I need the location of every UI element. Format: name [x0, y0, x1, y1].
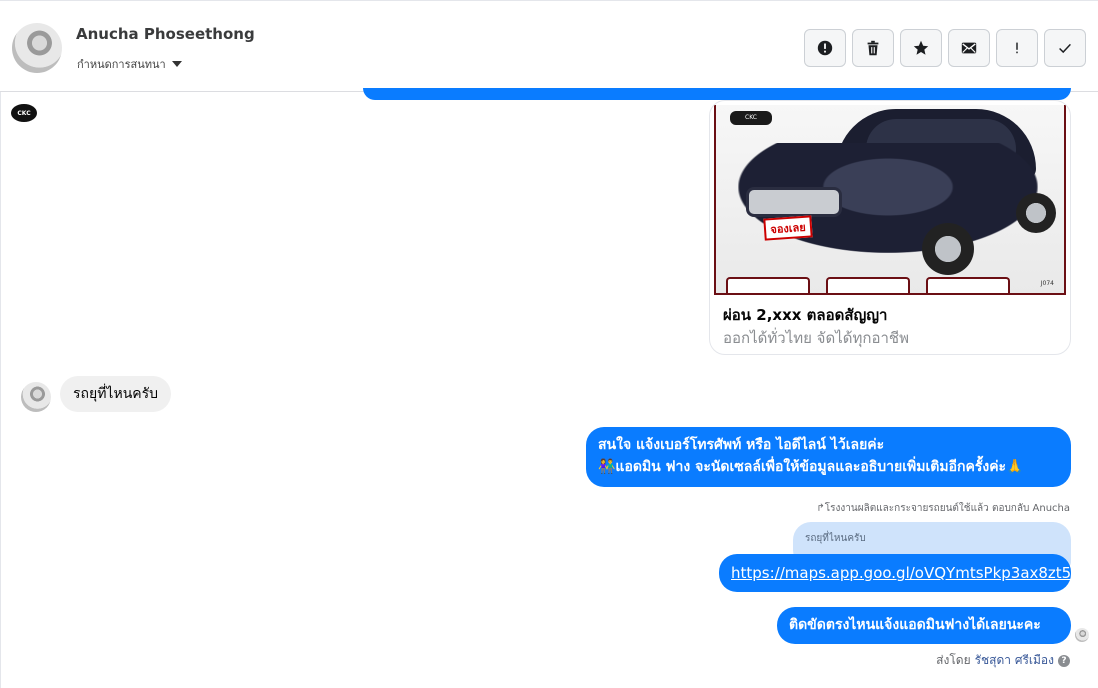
- sent-by-info: ส่งโดย รัชสุดา ศรีเมือง ?: [936, 651, 1070, 670]
- watermark-logo: CKC: [730, 111, 772, 125]
- assign-conversation-dropdown[interactable]: กำหนดการสนทนา: [77, 55, 182, 73]
- previous-message-bubble: [363, 88, 1071, 100]
- contact-name[interactable]: Anucha Phoseethong: [76, 25, 255, 43]
- envelope-icon: [961, 42, 977, 54]
- star-icon: [913, 40, 929, 55]
- spam-button[interactable]: [804, 29, 846, 67]
- outgoing-message-line: สนใจ แจ้งเบอร์โทรศัพท์ หรือ ไอดีไลน์ ไว้…: [598, 437, 885, 453]
- outgoing-link-message[interactable]: https://maps.app.goo.gl/oVQYmtsPkp3ax8zt…: [719, 554, 1071, 592]
- alert-circle-icon: [817, 40, 833, 56]
- assign-conversation-label: กำหนดการสนทนา: [77, 58, 166, 71]
- reply-context-note: ↱โรงงานผลิตและกระจายรถยนต์ใช้แล้ว ตอบกลั…: [816, 503, 1070, 514]
- read-receipt-avatar: [1075, 628, 1089, 642]
- outgoing-message[interactable]: ติดขัดตรงไหนแจ้งแอดมินฟางได้เลยนะคะ: [777, 607, 1071, 644]
- card-title: ผ่อน 2,xxx ตลอดสัญญา: [723, 306, 888, 324]
- sender-name-link[interactable]: รัชสุดา ศรีเมือง: [975, 651, 1054, 670]
- booking-stamp: จองเลย: [763, 215, 813, 241]
- exclamation-icon: [1016, 42, 1018, 54]
- outgoing-message-line: 👫แอดมิน ฟาง จะนัดเซลล์เพื่อให้ข้อมูลและอ…: [598, 459, 1024, 475]
- help-icon[interactable]: ?: [1058, 654, 1070, 667]
- product-card[interactable]: CKC จองเลย J074 ผ่อน 2,xxx ตลอดสัญญา ออก…: [709, 100, 1071, 355]
- trash-icon: [867, 40, 879, 56]
- contact-avatar[interactable]: [12, 23, 62, 73]
- check-icon: [1059, 43, 1071, 54]
- conversation-toolbar: [804, 29, 1086, 67]
- conversation-header: Anucha Phoseethong กำหนดการสนทนา: [0, 0, 1098, 92]
- page-logo-avatar: CKC: [11, 104, 37, 122]
- outgoing-message[interactable]: สนใจ แจ้งเบอร์โทรศัพท์ หรือ ไอดีไลน์ ไว้…: [586, 427, 1071, 487]
- star-button[interactable]: [900, 29, 942, 67]
- caret-down-icon: [171, 61, 182, 67]
- incoming-message[interactable]: รถยุที่ไหนครับ: [60, 376, 172, 412]
- delete-button[interactable]: [852, 29, 894, 67]
- car-image: CKC จองเลย J074: [714, 105, 1066, 295]
- card-subtitle: ออกได้ทั่วไทย จัดได้ทุกอาชีพ: [723, 329, 909, 347]
- mark-unread-button[interactable]: [948, 29, 990, 67]
- contact-avatar-small: [21, 382, 51, 412]
- sent-by-prefix: ส่งโดย: [936, 653, 971, 667]
- message-thread[interactable]: CKC CKC จองเลย J074 ผ่อน 2,xxx ตลอดสัญญา…: [0, 88, 1098, 688]
- done-button[interactable]: [1044, 29, 1086, 67]
- follow-up-button[interactable]: [996, 29, 1038, 67]
